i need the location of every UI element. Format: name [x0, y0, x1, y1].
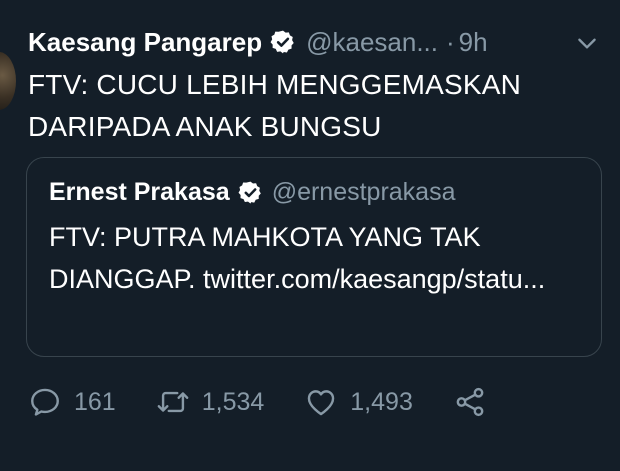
quoted-author-handle: @ernestprakasa	[271, 178, 456, 206]
reply-icon	[31, 388, 59, 416]
quoted-author-name: Ernest Prakasa	[49, 178, 230, 206]
quoted-tweet-text: FTV: PUTRA MAHKOTA YANG TAK DIANGGAP. tw…	[49, 222, 546, 294]
chevron-down-icon[interactable]	[574, 30, 600, 56]
reply-button[interactable]: 161	[28, 385, 116, 419]
separator-dot: ·	[446, 26, 455, 57]
like-button[interactable]: 1,493	[304, 385, 413, 419]
author-name[interactable]: Kaesang Pangarep	[28, 27, 262, 58]
avatar[interactable]	[0, 52, 16, 110]
reply-count: 161	[74, 387, 116, 416]
tweet-time[interactable]: 9h	[459, 27, 488, 58]
like-count: 1,493	[350, 387, 413, 416]
heart-icon	[308, 390, 335, 416]
tweet-text: FTV: CUCU LEBIH MENGGEMASKAN DARIPADA AN…	[28, 69, 522, 142]
verified-badge-icon	[270, 29, 296, 55]
quoted-tweet-header: Ernest Prakasa @ernestprakasa	[49, 178, 456, 207]
retweet-button[interactable]: 1,534	[156, 385, 265, 419]
author-handle[interactable]: @kaesan...	[306, 27, 438, 58]
retweet-count: 1,534	[201, 387, 265, 416]
quoted-tweet-card[interactable]: Ernest Prakasa @ernestprakasa FTV: PUTRA…	[26, 157, 602, 357]
tweet-actions: 161 1,534 1,493	[28, 382, 487, 422]
share-button[interactable]	[453, 385, 487, 419]
retweet-icon	[157, 391, 189, 413]
tweet-view: Kaesang Pangarep @kaesan... · 9h FTV: CU…	[0, 0, 620, 471]
tweet-header: Kaesang Pangarep @kaesan... · 9h	[28, 22, 600, 62]
verified-badge-icon	[238, 180, 264, 206]
share-icon	[456, 387, 484, 417]
